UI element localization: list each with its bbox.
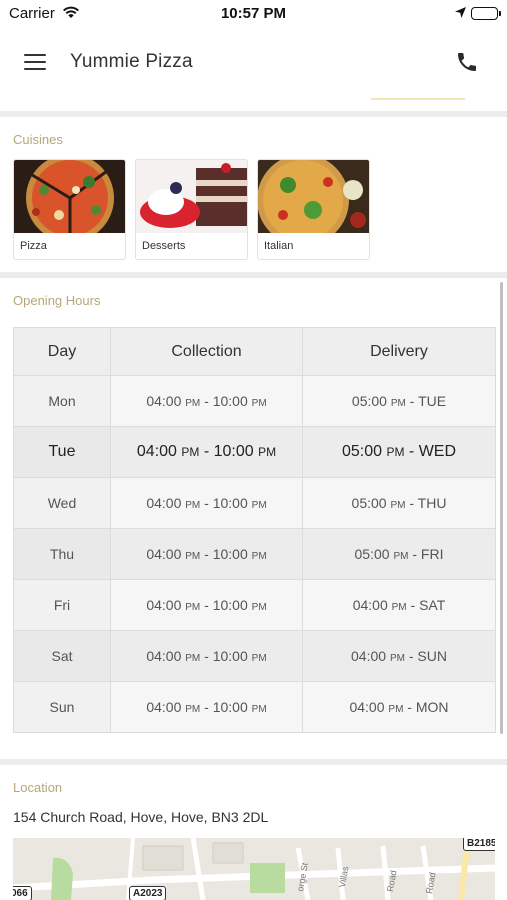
table-header-row: Day Collection Delivery — [13, 327, 496, 376]
delivery-cell: 04:00 PM - SUN — [302, 630, 496, 682]
collection-cell: 04:00 PM - 10:00 PM — [110, 426, 303, 478]
location-heading: Location — [13, 780, 63, 795]
restaurant-title: Yummie Pizza — [70, 51, 193, 72]
cuisine-card-pizza[interactable]: Pizza — [13, 159, 126, 260]
collection-cell: 04:00 PM - 10:00 PM — [110, 477, 303, 529]
delivery-cell: 05:00 PM - TUE — [302, 375, 496, 427]
section-divider — [0, 111, 507, 117]
battery-icon — [471, 7, 501, 20]
scrollbar[interactable] — [500, 282, 503, 734]
road-badge: B2185 — [463, 838, 495, 851]
cuisine-card-desserts[interactable]: Desserts — [135, 159, 248, 260]
cuisines-heading: Cuisines — [13, 132, 63, 147]
italian-image — [258, 160, 369, 246]
table-row: Tue 04:00 PM - 10:00 PM 05:00 PM - WED — [13, 426, 496, 478]
day-cell: Mon — [13, 375, 111, 427]
table-row: Sat 04:00 PM - 10:00 PM 04:00 PM - SUN — [13, 630, 496, 682]
cuisine-label: Pizza — [20, 240, 47, 252]
collection-cell: 04:00 PM - 10:00 PM — [110, 528, 303, 580]
delivery-cell: 05:00 PM - FRI — [302, 528, 496, 580]
delivery-cell: 05:00 PM - WED — [302, 426, 496, 478]
phone-icon[interactable] — [455, 50, 481, 76]
collection-cell: 04:00 PM - 10:00 PM — [110, 375, 303, 427]
table-row: Wed 04:00 PM - 10:00 PM 05:00 PM - THU — [13, 477, 496, 529]
table-row: Sun 04:00 PM - 10:00 PM 04:00 PM - MON — [13, 681, 496, 733]
day-cell: Thu — [13, 528, 111, 580]
collection-cell: 04:00 PM - 10:00 PM — [110, 681, 303, 733]
delivery-cell: 04:00 PM - MON — [302, 681, 496, 733]
cuisine-card-italian[interactable]: Italian — [257, 159, 370, 260]
app-header: Yummie Pizza — [0, 28, 507, 100]
clock: 10:57 PM — [220, 5, 287, 22]
location-map[interactable]: B2185 066 A2023 orge St Villas Road Road — [13, 838, 495, 900]
delivery-cell: 05:00 PM - THU — [302, 477, 496, 529]
table-row: Thu 04:00 PM - 10:00 PM 05:00 PM - FRI — [13, 528, 496, 580]
table-row: Mon 04:00 PM - 10:00 PM 05:00 PM - TUE — [13, 375, 496, 427]
opening-hours-heading: Opening Hours — [13, 293, 101, 308]
collection-cell: 04:00 PM - 10:00 PM — [110, 630, 303, 682]
section-divider — [0, 272, 507, 278]
pizza-image — [14, 160, 125, 242]
collection-cell: 04:00 PM - 10:00 PM — [110, 579, 303, 631]
column-header-delivery: Delivery — [302, 327, 496, 376]
day-cell: Wed — [13, 477, 111, 529]
delivery-cell: 04:00 PM - SAT — [302, 579, 496, 631]
road-badge: 066 — [13, 886, 32, 900]
location-arrow-icon — [454, 6, 467, 24]
opening-hours-table: Day Collection Delivery Mon 04:00 PM - 1… — [13, 327, 496, 733]
column-header-day: Day — [13, 327, 111, 376]
day-cell: Fri — [13, 579, 111, 631]
active-tab-indicator — [371, 98, 465, 100]
section-divider — [0, 759, 507, 765]
cuisine-label: Italian — [264, 240, 294, 252]
day-cell: Sat — [13, 630, 111, 682]
road-badge: A2023 — [129, 886, 167, 900]
menu-icon[interactable] — [24, 54, 46, 70]
restaurant-address: 154 Church Road, Hove, Hove, BN3 2DL — [13, 809, 269, 825]
status-bar: Carrier 10:57 PM — [0, 0, 507, 28]
cuisine-label: Desserts — [142, 240, 186, 252]
column-header-collection: Collection — [110, 327, 303, 376]
desserts-image — [136, 160, 247, 233]
table-row: Fri 04:00 PM - 10:00 PM 04:00 PM - SAT — [13, 579, 496, 631]
day-cell: Sun — [13, 681, 111, 733]
day-cell: Tue — [13, 426, 111, 478]
